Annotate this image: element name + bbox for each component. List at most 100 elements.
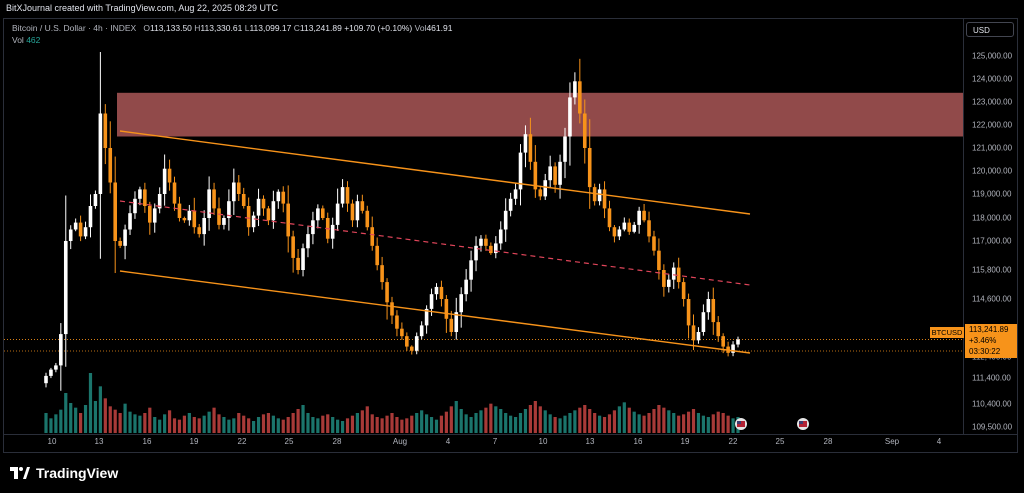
- volume-bar: [518, 413, 523, 433]
- candle-body: [582, 113, 587, 148]
- volume-bar: [563, 415, 567, 433]
- volume-bar: [301, 405, 305, 433]
- volume-bar: [331, 417, 335, 433]
- bar-countdown: 03:30:22: [969, 347, 1001, 356]
- volume-bar: [686, 411, 691, 433]
- candle-body: [68, 229, 73, 241]
- volume-bar: [128, 411, 132, 433]
- candle-body: [721, 336, 725, 347]
- candle-body: [469, 260, 473, 280]
- candle-body: [286, 203, 290, 237]
- price-chart[interactable]: [0, 0, 1024, 493]
- candle-body: [167, 168, 172, 183]
- candle-body: [627, 222, 632, 232]
- volume-bar: [59, 409, 63, 433]
- volume-bar: [311, 417, 315, 433]
- volume-bar: [647, 413, 651, 433]
- volume-bar: [711, 414, 715, 433]
- candle-body: [498, 229, 503, 244]
- volume-bar: [222, 417, 226, 433]
- candle-body: [701, 312, 706, 332]
- time-tick-label: 13: [585, 437, 595, 446]
- volume-bar: [326, 414, 330, 433]
- candle-body: [681, 282, 686, 299]
- volume-bar: [538, 406, 542, 433]
- candle-body: [671, 267, 676, 280]
- candle-body: [143, 189, 147, 206]
- volume-bar: [385, 415, 389, 433]
- candle-body: [434, 286, 439, 295]
- volume-bar: [489, 403, 493, 433]
- candle-body: [236, 182, 241, 194]
- candle-body: [335, 203, 340, 225]
- price-tick-label: 120,000.00: [972, 166, 1013, 176]
- volume-bar: [425, 414, 429, 433]
- candle-body: [251, 215, 256, 228]
- candle-body: [103, 113, 108, 148]
- volume-bar: [479, 410, 483, 433]
- last-price: 113,241.89: [969, 325, 1009, 334]
- candle-body: [360, 201, 365, 211]
- time-tick-label: 25: [284, 437, 294, 446]
- volume-bar: [513, 417, 518, 433]
- candle-body: [202, 218, 206, 235]
- candle-body: [296, 257, 300, 270]
- volume-bar: [400, 419, 404, 433]
- volume-bar: [306, 413, 310, 433]
- candle-body: [548, 166, 552, 181]
- candle-body: [637, 210, 641, 225]
- candle-body: [172, 182, 177, 204]
- candle-body: [83, 227, 88, 237]
- candle-body: [375, 245, 379, 266]
- candle-body: [370, 227, 375, 246]
- volume-bar: [49, 418, 53, 433]
- candle-body: [340, 187, 345, 204]
- volume-bar: [652, 409, 656, 433]
- volume-bar: [568, 413, 572, 433]
- volume-bar: [93, 401, 98, 433]
- price-tick-label: 125,000.00: [972, 51, 1013, 61]
- price-tick-label: 109,500.00: [972, 422, 1013, 432]
- candle-body: [696, 332, 701, 341]
- candle-body: [197, 227, 202, 235]
- volume-bar: [167, 410, 172, 433]
- volume-bar: [449, 406, 453, 433]
- candle-body: [330, 224, 335, 239]
- time-tick-label: 10: [538, 437, 548, 446]
- volume-bar: [439, 415, 444, 433]
- candle-body: [123, 229, 127, 246]
- volume-bar: [247, 418, 251, 433]
- us-flag-event-icon: [799, 421, 803, 424]
- candle-body: [63, 241, 68, 335]
- time-tick-label: 19: [189, 437, 199, 446]
- volume-bar: [143, 413, 147, 433]
- candle-body: [489, 245, 493, 254]
- volume-bar: [118, 413, 122, 433]
- volume-bar: [237, 413, 241, 433]
- volume-bar: [360, 410, 364, 433]
- volume-bar: [494, 406, 498, 433]
- time-tick-label: Aug: [392, 437, 408, 446]
- candle-body: [44, 375, 48, 384]
- candle-body: [622, 222, 627, 230]
- volume-bar: [108, 406, 112, 433]
- brand-name: TradingView: [36, 465, 119, 481]
- candle-body: [538, 189, 543, 197]
- last-price-tag: 113,241.89 +3.46% 03:30:22: [965, 324, 1017, 358]
- volume-bar: [721, 413, 725, 433]
- tradingview-logo[interactable]: TradingView: [10, 465, 118, 481]
- candle-body: [419, 325, 424, 337]
- candle-body: [503, 210, 508, 230]
- volume-bar: [682, 414, 686, 433]
- volume-bar: [602, 417, 607, 433]
- volume-bar: [242, 415, 246, 433]
- volume-bar: [256, 417, 261, 433]
- price-tick-label: 115,800.00: [972, 265, 1012, 275]
- last-price-change: +3.46%: [969, 336, 997, 345]
- volume-bar: [113, 409, 117, 433]
- candle-body: [306, 234, 310, 249]
- us-flag-event-icon: [737, 421, 741, 424]
- candle-body: [350, 203, 355, 221]
- volume-bar: [227, 419, 231, 433]
- volume-bar: [296, 409, 300, 433]
